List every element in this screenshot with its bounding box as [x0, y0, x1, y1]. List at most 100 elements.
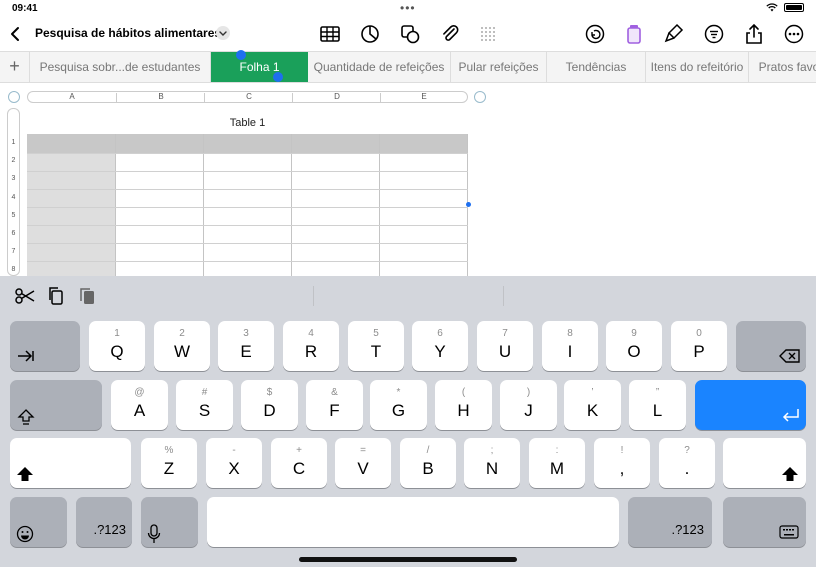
- tab-tendencias[interactable]: Tendências: [547, 52, 646, 82]
- key-u[interactable]: 7U: [477, 321, 533, 371]
- shift-key-right[interactable]: [723, 438, 806, 488]
- key-s[interactable]: # S: [176, 380, 233, 430]
- key-f-alt-label: &: [331, 387, 338, 398]
- caps-lock-key[interactable]: [10, 380, 102, 430]
- key-v[interactable]: = V: [335, 438, 391, 488]
- chart-icon[interactable]: [358, 22, 382, 46]
- row-5-label[interactable]: 5: [8, 212, 19, 219]
- return-key[interactable]: [695, 380, 806, 430]
- shift-icon: [17, 467, 33, 481]
- attachment-icon[interactable]: [438, 22, 462, 46]
- share-icon[interactable]: [742, 22, 766, 46]
- key-b[interactable]: / B: [400, 438, 456, 488]
- row-7-label[interactable]: 7: [8, 248, 19, 255]
- key-z[interactable]: % Z: [141, 438, 197, 488]
- row-header-bar[interactable]: 1 2 3 4 5 6 7 8: [7, 108, 20, 276]
- filter-icon[interactable]: [702, 22, 726, 46]
- column-b-label[interactable]: B: [117, 92, 205, 102]
- copy-icon[interactable]: [44, 284, 68, 308]
- row-3-label[interactable]: 3: [8, 175, 19, 182]
- back-chevron-icon[interactable]: [6, 20, 26, 48]
- numbers-key-right[interactable]: .?123: [628, 497, 712, 547]
- key-period[interactable]: ?.: [659, 438, 715, 488]
- key-x[interactable]: -X: [206, 438, 262, 488]
- key-d[interactable]: $ D: [241, 380, 298, 430]
- format-brush-icon[interactable]: [622, 22, 646, 46]
- delete-key[interactable]: [736, 321, 806, 371]
- key-p[interactable]: 0P: [671, 321, 727, 371]
- table-select-button[interactable]: [8, 91, 20, 103]
- key-comma[interactable]: !,: [594, 438, 650, 488]
- table-grid[interactable]: [27, 134, 468, 276]
- document-title[interactable]: Pesquisa de hábitos alimentares: [35, 26, 221, 40]
- row-4-label[interactable]: 4: [8, 194, 19, 201]
- key-c[interactable]: + C: [271, 438, 327, 488]
- column-c-label[interactable]: C: [205, 92, 293, 102]
- table-icon[interactable]: [318, 22, 342, 46]
- key-w[interactable]: 2W: [154, 321, 210, 371]
- tab-pular-refeicoes[interactable]: Pular refeições: [451, 52, 547, 82]
- key-j[interactable]: ) J: [500, 380, 557, 430]
- dismiss-keyboard-key[interactable]: [723, 497, 806, 547]
- key-q[interactable]: 1Q: [89, 321, 145, 371]
- column-d-label[interactable]: D: [293, 92, 381, 102]
- tab-folha-1[interactable]: Folha 1: [211, 52, 308, 82]
- row-8-label[interactable]: 8: [8, 266, 19, 273]
- add-sheet-button[interactable]: +: [0, 52, 30, 82]
- space-bar[interactable]: [207, 497, 619, 547]
- key-p-alt-label: 0: [696, 328, 702, 339]
- paint-icon[interactable]: [662, 22, 686, 46]
- tab-pratos-favoritos[interactable]: Pratos favo: [749, 52, 816, 82]
- selection-handle-start[interactable]: [236, 50, 246, 60]
- key-l-label: L: [652, 401, 663, 420]
- key-o[interactable]: 9O: [606, 321, 662, 371]
- key-n-alt-label: ;: [490, 445, 494, 456]
- key-o-alt-label: 9: [631, 328, 637, 339]
- shift-key-left[interactable]: [10, 438, 131, 488]
- numbers-key-left[interactable]: .?123: [76, 497, 132, 547]
- key-y[interactable]: 6Y: [412, 321, 468, 371]
- undo-icon[interactable]: [583, 22, 607, 46]
- key-u-label: U: [498, 342, 512, 361]
- key-i-alt-label: 8: [567, 328, 573, 339]
- tab-itens-do-refeitorio[interactable]: Itens do refeitório: [646, 52, 749, 82]
- home-indicator[interactable]: [299, 557, 517, 562]
- key-c-alt-label: +: [296, 445, 302, 456]
- resize-handle[interactable]: [466, 202, 471, 207]
- key-t[interactable]: 5T: [348, 321, 404, 371]
- key-a[interactable]: @ A: [111, 380, 168, 430]
- row-1-label[interactable]: 1: [8, 139, 19, 146]
- selection-handle-end[interactable]: [273, 72, 283, 82]
- row-2-label[interactable]: 2: [8, 157, 19, 164]
- caps-lock-icon: [17, 409, 35, 425]
- dictation-key[interactable]: [141, 497, 198, 547]
- key-h[interactable]: (H: [435, 380, 492, 430]
- key-m[interactable]: :M: [529, 438, 585, 488]
- key-n[interactable]: ; N: [464, 438, 520, 488]
- key-r[interactable]: 4R: [283, 321, 339, 371]
- row-6-label[interactable]: 6: [8, 230, 19, 237]
- table-title[interactable]: Table 1: [200, 117, 295, 129]
- column-a-label[interactable]: A: [28, 92, 116, 102]
- more-icon[interactable]: [782, 22, 806, 46]
- tab-key[interactable]: [10, 321, 80, 371]
- key-e[interactable]: 3E: [218, 321, 274, 371]
- column-header-bar[interactable]: A B C D E: [27, 91, 468, 103]
- column-e-label[interactable]: E: [381, 92, 467, 102]
- tab-pesquisa-sobre-estudantes[interactable]: Pesquisa sobr...de estudantes: [30, 52, 211, 82]
- key-i[interactable]: 8I: [542, 321, 598, 371]
- paste-icon[interactable]: [75, 284, 99, 308]
- cut-icon[interactable]: [13, 284, 37, 308]
- numbers-key-label: .?123: [93, 522, 126, 537]
- keyboard-hide-icon: [779, 525, 799, 539]
- shapes-icon[interactable]: [398, 22, 422, 46]
- add-column-button[interactable]: [474, 91, 486, 103]
- key-k[interactable]: ’ K: [564, 380, 621, 430]
- title-chevron-down-icon[interactable]: [216, 26, 230, 40]
- key-f[interactable]: & F: [306, 380, 363, 430]
- key-l[interactable]: ” L: [629, 380, 686, 430]
- emoji-key[interactable]: [10, 497, 67, 547]
- tab-quantidade-de-refeicoes[interactable]: Quantidade de refeições: [308, 52, 451, 82]
- key-g[interactable]: * G: [370, 380, 427, 430]
- multitasking-dots[interactable]: •••: [400, 1, 416, 15]
